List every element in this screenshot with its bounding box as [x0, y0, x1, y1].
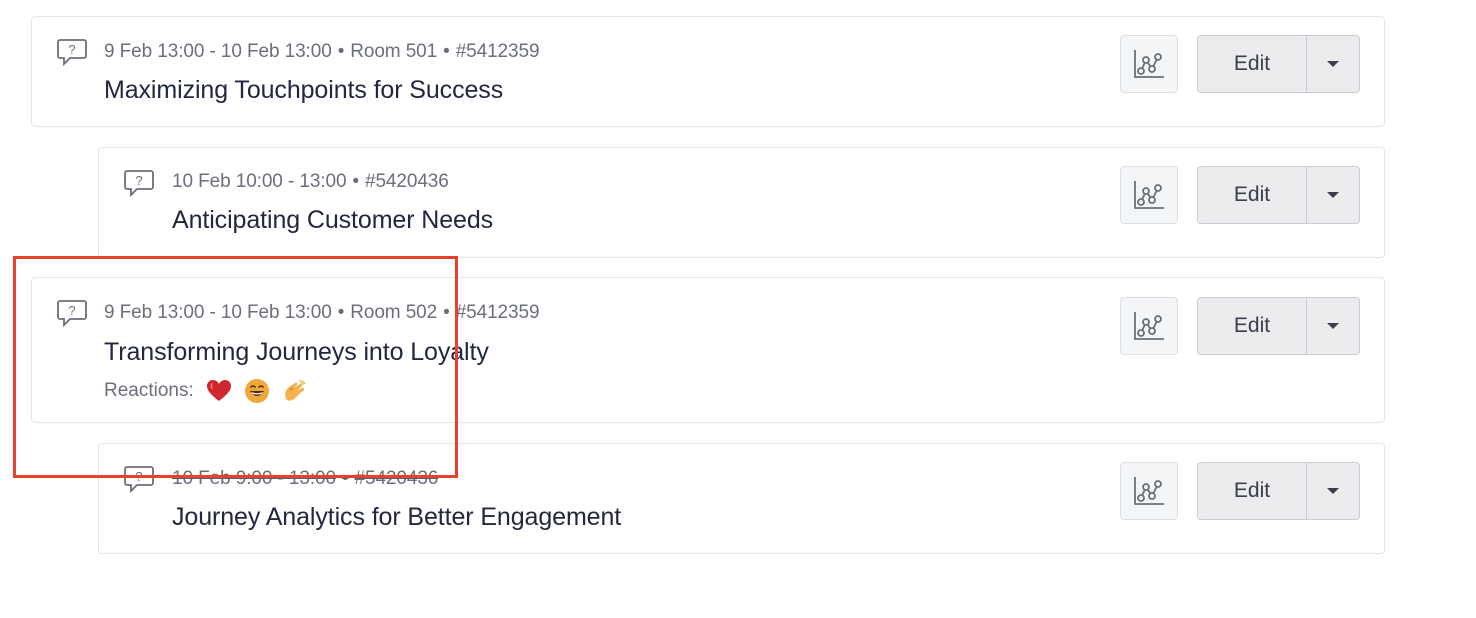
session-title[interactable]: Journey Analytics for Better Engagement	[172, 503, 621, 532]
session-title[interactable]: Maximizing Touchpoints for Success	[104, 76, 503, 105]
reactions-row: Reactions:	[104, 378, 308, 404]
session-room: Room 502	[350, 302, 438, 323]
question-bubble-icon: ?	[124, 170, 154, 197]
edit-button[interactable]: Edit	[1198, 167, 1307, 223]
analytics-chart-icon	[1134, 312, 1164, 340]
edit-dropdown-button[interactable]	[1307, 298, 1359, 354]
session-card: ? 10 Feb 10:00 - 13:00 • #5420436 Anticipa…	[98, 147, 1385, 258]
session-id: #5420436	[364, 171, 449, 192]
question-bubble-icon: ?	[57, 39, 87, 66]
edit-button[interactable]: Edit	[1198, 463, 1307, 519]
edit-button-group: Edit	[1197, 35, 1360, 93]
session-date: 10 Feb 9:00 - 13:00	[172, 468, 336, 489]
chevron-down-icon	[1327, 488, 1339, 494]
chevron-down-icon	[1327, 192, 1339, 198]
chevron-down-icon	[1327, 323, 1339, 329]
heart-icon[interactable]	[206, 378, 232, 404]
session-card: ? 9 Feb 13:00 - 10 Feb 13:00 • Room 502 • #5…	[31, 277, 1385, 423]
session-date: 10 Feb 10:00 - 13:00	[172, 171, 347, 192]
separator: •	[341, 468, 349, 489]
session-card: ? 10 Feb 9:00 - 13:00 • #5420436 Journey A…	[98, 443, 1385, 554]
session-id: #5420436	[354, 468, 439, 489]
session-meta: 9 Feb 13:00 - 10 Feb 13:00 • Room 501 • #541…	[104, 41, 540, 63]
edit-button-group: Edit	[1197, 462, 1360, 520]
analytics-chart-icon	[1134, 50, 1164, 78]
question-bubble-icon: ?	[57, 300, 87, 327]
analytics-button[interactable]	[1120, 35, 1178, 93]
edit-dropdown-button[interactable]	[1307, 463, 1359, 519]
session-card: ? 9 Feb 13:00 - 10 Feb 13:00 • Room 501 • #5…	[31, 16, 1385, 127]
session-meta: 10 Feb 9:00 - 13:00 • #5420436	[172, 468, 438, 490]
analytics-button[interactable]	[1120, 462, 1178, 520]
edit-dropdown-button[interactable]	[1307, 167, 1359, 223]
analytics-button[interactable]	[1120, 297, 1178, 355]
svg-text:?: ?	[135, 173, 142, 188]
edit-button-group: Edit	[1197, 297, 1360, 355]
clapping-hands-icon[interactable]	[282, 378, 308, 404]
svg-text:?: ?	[68, 303, 75, 318]
analytics-chart-icon	[1134, 181, 1164, 209]
session-date: 9 Feb 13:00 - 10 Feb 13:00	[104, 302, 332, 323]
session-title[interactable]: Anticipating Customer Needs	[172, 206, 493, 235]
analytics-chart-icon	[1134, 477, 1164, 505]
separator: •	[337, 302, 345, 323]
reactions-label: Reactions:	[104, 380, 194, 401]
edit-button[interactable]: Edit	[1198, 36, 1307, 92]
svg-text:?: ?	[135, 469, 142, 484]
analytics-button[interactable]	[1120, 166, 1178, 224]
session-date: 9 Feb 13:00 - 10 Feb 13:00	[104, 41, 332, 62]
question-bubble-icon: ?	[124, 466, 154, 493]
session-title[interactable]: Transforming Journeys into Loyalty	[104, 338, 489, 367]
edit-button-group: Edit	[1197, 166, 1360, 224]
separator: •	[443, 302, 450, 323]
session-meta: 9 Feb 13:00 - 10 Feb 13:00 • Room 502 • #541…	[104, 302, 540, 324]
separator: •	[352, 171, 359, 192]
grinning-face-icon[interactable]	[244, 378, 270, 404]
edit-button[interactable]: Edit	[1198, 298, 1307, 354]
chevron-down-icon	[1327, 61, 1339, 67]
session-meta: 10 Feb 10:00 - 13:00 • #5420436	[172, 171, 449, 193]
separator: •	[337, 41, 345, 62]
separator: •	[443, 41, 450, 62]
edit-dropdown-button[interactable]	[1307, 36, 1359, 92]
session-room: Room 501	[350, 41, 438, 62]
svg-text:?: ?	[68, 42, 75, 57]
session-id: #5412359	[455, 302, 540, 323]
session-id: #5412359	[455, 41, 540, 62]
